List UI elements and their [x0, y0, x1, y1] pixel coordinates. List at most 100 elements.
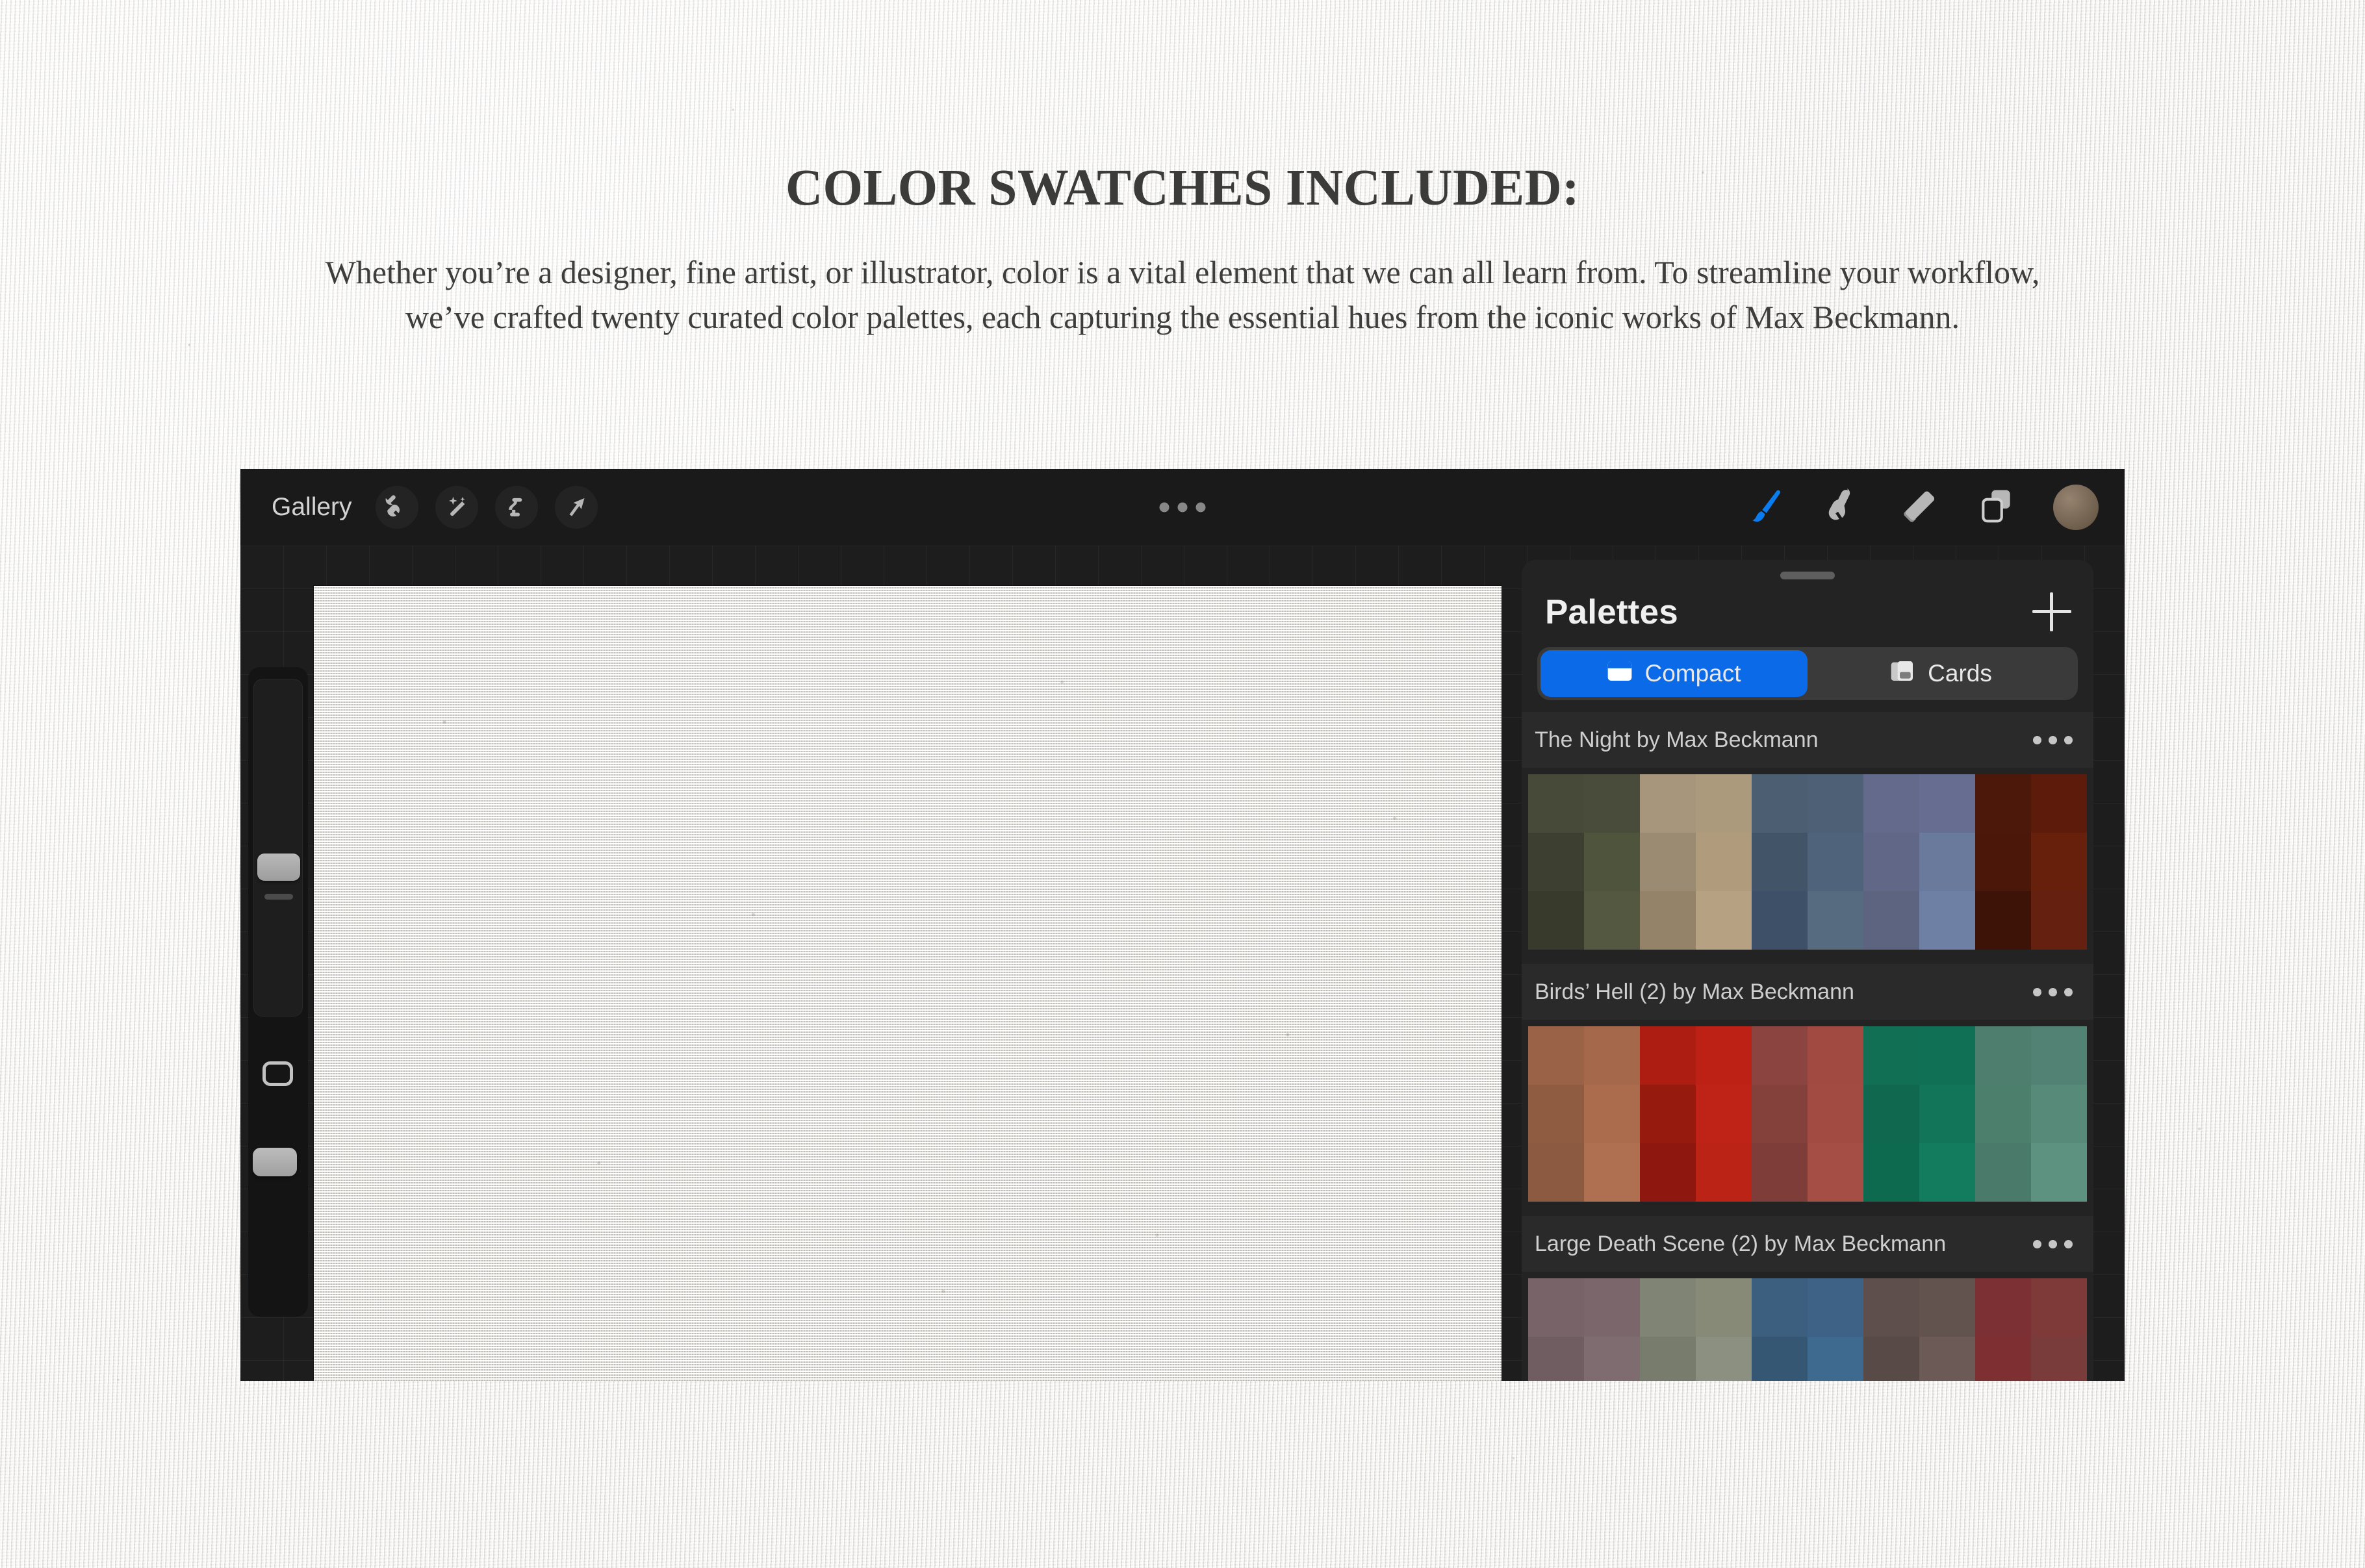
- color-swatch[interactable]: [1640, 1085, 1696, 1143]
- color-swatch[interactable]: [1528, 1143, 1584, 1202]
- modify-button[interactable]: [262, 1061, 293, 1086]
- color-swatch[interactable]: [1640, 1337, 1696, 1381]
- drawing-canvas[interactable]: [314, 586, 1502, 1381]
- color-swatch[interactable]: [1863, 1278, 1919, 1337]
- color-swatch[interactable]: [1696, 891, 1752, 950]
- color-swatch[interactable]: [1752, 774, 1808, 833]
- color-swatch[interactable]: [1919, 1026, 1975, 1085]
- color-swatch[interactable]: [1528, 1026, 1584, 1085]
- color-swatch[interactable]: [1752, 891, 1808, 950]
- color-swatch[interactable]: [1640, 774, 1696, 833]
- color-swatch[interactable]: [1863, 891, 1919, 950]
- color-swatch[interactable]: [1863, 1026, 1919, 1085]
- color-swatch[interactable]: [1584, 1143, 1640, 1202]
- color-swatch[interactable]: [1696, 774, 1752, 833]
- color-swatch[interactable]: [1584, 1337, 1640, 1381]
- add-palette-button[interactable]: [2032, 592, 2071, 631]
- color-swatch[interactable]: [1919, 833, 1975, 891]
- color-swatch[interactable]: [1640, 1143, 1696, 1202]
- color-swatch[interactable]: [1584, 1278, 1640, 1337]
- paint-brush-icon[interactable]: [1746, 486, 1787, 529]
- color-swatch[interactable]: [1863, 833, 1919, 891]
- color-swatch[interactable]: [1640, 1278, 1696, 1337]
- color-swatch[interactable]: [1584, 1085, 1640, 1143]
- color-swatch[interactable]: [1975, 1026, 2031, 1085]
- color-swatch[interactable]: [1975, 1278, 2031, 1337]
- color-swatch[interactable]: [1584, 1026, 1640, 1085]
- color-swatch[interactable]: [1752, 833, 1808, 891]
- color-swatch[interactable]: [1752, 1143, 1808, 1202]
- color-swatch[interactable]: [1696, 833, 1752, 891]
- color-swatch[interactable]: [1808, 891, 1863, 950]
- color-swatch[interactable]: [1696, 1337, 1752, 1381]
- color-swatch[interactable]: [1919, 1278, 1975, 1337]
- transform-arrow-icon[interactable]: [554, 486, 598, 529]
- color-swatch[interactable]: [1975, 891, 2031, 950]
- color-swatch[interactable]: [1640, 891, 1696, 950]
- color-swatch[interactable]: [1640, 1026, 1696, 1085]
- color-swatch[interactable]: [1919, 774, 1975, 833]
- color-swatch[interactable]: [1863, 1085, 1919, 1143]
- color-swatch-button[interactable]: [2053, 485, 2099, 530]
- more-options-icon[interactable]: [2033, 735, 2073, 744]
- overflow-menu-icon[interactable]: [1159, 502, 1206, 512]
- color-swatch[interactable]: [2031, 1278, 2087, 1337]
- color-swatch[interactable]: [1975, 1337, 2031, 1381]
- color-swatch[interactable]: [2031, 891, 2087, 950]
- gallery-button[interactable]: Gallery: [265, 489, 359, 525]
- view-mode-cards-button[interactable]: Cards: [1808, 650, 2075, 697]
- color-swatch[interactable]: [1528, 774, 1584, 833]
- palette-row-header[interactable]: Large Death Scene (2) by Max Beckmann: [1522, 1216, 2093, 1272]
- palette-row-header[interactable]: Birds’ Hell (2) by Max Beckmann: [1522, 964, 2093, 1020]
- color-swatch[interactable]: [1696, 1278, 1752, 1337]
- color-swatch[interactable]: [1640, 833, 1696, 891]
- color-swatch[interactable]: [1863, 774, 1919, 833]
- color-swatch[interactable]: [1808, 833, 1863, 891]
- color-swatch[interactable]: [1528, 1278, 1584, 1337]
- opacity-slider-handle[interactable]: [253, 1148, 297, 1176]
- color-swatch[interactable]: [1584, 774, 1640, 833]
- color-swatch[interactable]: [1919, 891, 1975, 950]
- eraser-icon[interactable]: [1900, 486, 1940, 529]
- brush-size-slider[interactable]: [253, 679, 303, 1017]
- color-swatch[interactable]: [2031, 1026, 2087, 1085]
- color-swatch[interactable]: [1752, 1278, 1808, 1337]
- view-mode-compact-button[interactable]: Compact: [1540, 650, 1808, 697]
- color-swatch[interactable]: [1696, 1143, 1752, 1202]
- panel-grabber-handle[interactable]: [1780, 572, 1835, 579]
- color-swatch[interactable]: [1528, 1085, 1584, 1143]
- color-swatch[interactable]: [1752, 1026, 1808, 1085]
- color-swatch[interactable]: [2031, 774, 2087, 833]
- color-swatch[interactable]: [2031, 1337, 2087, 1381]
- more-options-icon[interactable]: [2033, 1239, 2073, 1248]
- color-swatch[interactable]: [1808, 1278, 1863, 1337]
- smudge-finger-icon[interactable]: [1823, 486, 1863, 529]
- color-swatch[interactable]: [1584, 891, 1640, 950]
- color-swatch[interactable]: [1919, 1143, 1975, 1202]
- adjustments-magic-wand-icon[interactable]: [435, 486, 478, 529]
- selection-s-curve-icon[interactable]: [494, 486, 538, 529]
- color-swatch[interactable]: [2031, 833, 2087, 891]
- color-swatch[interactable]: [1528, 833, 1584, 891]
- actions-wrench-icon[interactable]: [375, 486, 418, 529]
- color-swatch[interactable]: [1863, 1337, 1919, 1381]
- color-swatch[interactable]: [1584, 833, 1640, 891]
- color-swatch[interactable]: [1975, 1085, 2031, 1143]
- color-swatch[interactable]: [1808, 1143, 1863, 1202]
- color-swatch[interactable]: [1752, 1085, 1808, 1143]
- color-swatch[interactable]: [1863, 1143, 1919, 1202]
- color-swatch[interactable]: [1808, 1085, 1863, 1143]
- brush-size-slider-handle[interactable]: [257, 854, 300, 881]
- color-swatch[interactable]: [1975, 1143, 2031, 1202]
- layers-icon[interactable]: [1976, 486, 2017, 529]
- palette-row-header[interactable]: The Night by Max Beckmann: [1522, 712, 2093, 768]
- color-swatch[interactable]: [1808, 1026, 1863, 1085]
- color-swatch[interactable]: [1696, 1085, 1752, 1143]
- color-swatch[interactable]: [1528, 891, 1584, 950]
- color-swatch[interactable]: [2031, 1143, 2087, 1202]
- color-swatch[interactable]: [1975, 833, 2031, 891]
- color-swatch[interactable]: [1528, 1337, 1584, 1381]
- color-swatch[interactable]: [1919, 1337, 1975, 1381]
- color-swatch[interactable]: [1752, 1337, 1808, 1381]
- color-swatch[interactable]: [1696, 1026, 1752, 1085]
